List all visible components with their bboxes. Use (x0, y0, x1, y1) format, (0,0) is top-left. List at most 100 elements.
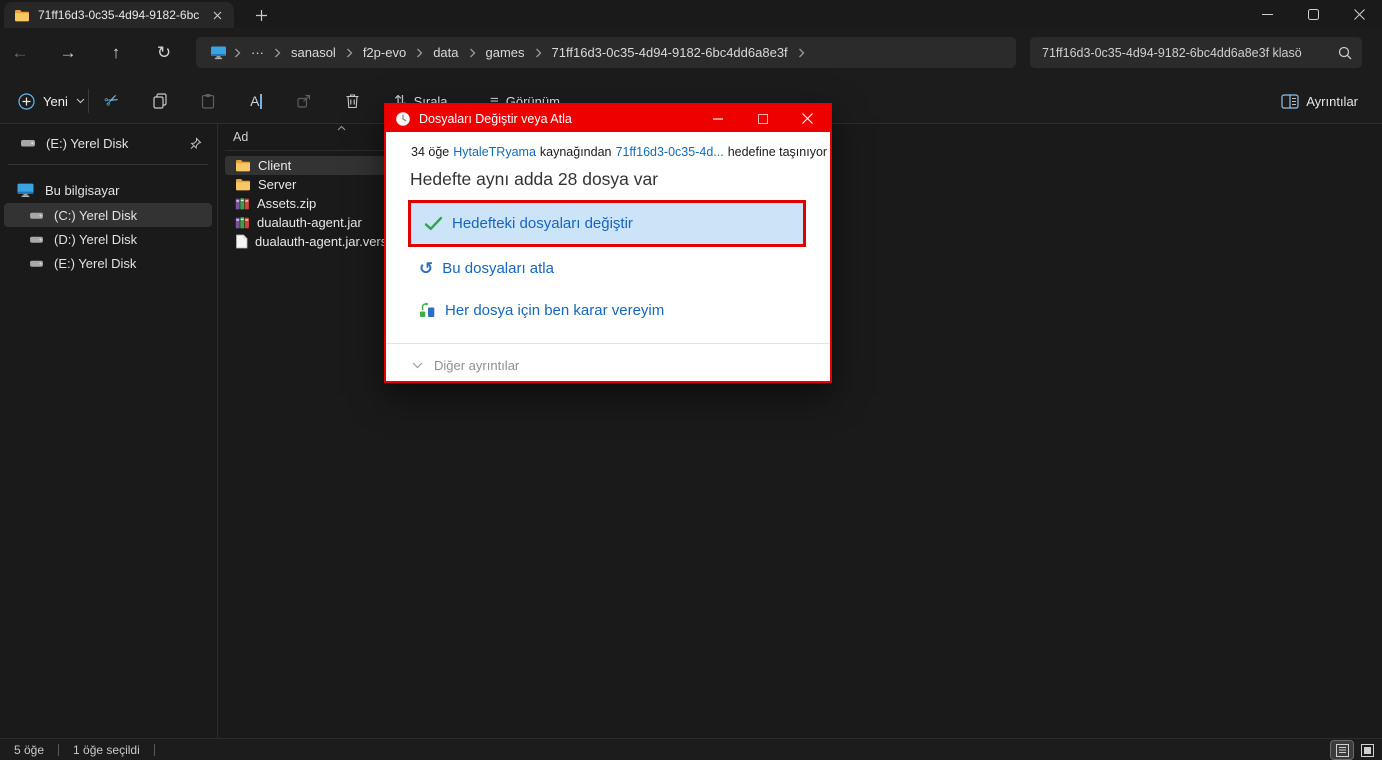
sidebar-item-label: (E:) Yerel Disk (46, 136, 128, 151)
window-minimize-button[interactable] (1244, 0, 1290, 28)
dialog-maximize-button[interactable] (740, 105, 785, 132)
up-button[interactable]: ↑ (102, 39, 130, 67)
file-name: Server (258, 177, 296, 192)
folder-icon (235, 159, 251, 172)
trash-icon (345, 93, 360, 109)
chevron-right-icon (271, 48, 284, 58)
icons-view-toggle[interactable] (1356, 741, 1378, 759)
forward-button[interactable]: → (54, 39, 82, 67)
sidebar-pinned-drive-e[interactable]: (E:) Yerel Disk (4, 131, 212, 155)
navigation-bar: ← → ↑ ↻ ··· sanasol f2p-evo data games 7… (0, 28, 1382, 78)
move-count: 34 öğe (411, 145, 449, 159)
file-name: Assets.zip (257, 196, 316, 211)
plus-circle-icon (18, 93, 35, 110)
breadcrumb-item-current[interactable]: 71ff16d3-0c35-4d94-9182-6bc4dd6a8e3f (545, 42, 795, 63)
breadcrumb-item[interactable]: data (426, 42, 465, 63)
status-bar: 5 öğe 1 öğe seçildi (0, 738, 1382, 760)
sidebar-item-drive-e[interactable]: (E:) Yerel Disk (4, 251, 212, 275)
dialog-title-bar: Dosyaları Değiştir veya Atla (386, 105, 830, 132)
delete-button[interactable] (334, 85, 370, 117)
destination-folder-link[interactable]: 71ff16d3-0c35-4d... (616, 145, 724, 159)
compare-icon (419, 302, 436, 319)
sidebar-item-this-pc[interactable]: Bu bilgisayar (4, 178, 212, 202)
copy-button[interactable] (142, 85, 178, 117)
chevron-right-icon (413, 48, 426, 58)
chevron-down-icon (76, 98, 85, 104)
sidebar-item-drive-d[interactable]: (D:) Yerel Disk (4, 227, 212, 251)
chevron-right-icon (231, 48, 244, 58)
file-explorer-window: 71ff16d3-0c35-4d94-9182-6bc ← → ↑ ↻ (0, 0, 1382, 760)
new-button[interactable]: Yeni (8, 85, 95, 117)
option-decide-each[interactable]: Her dosya için ben karar vereyim (419, 297, 664, 323)
sidebar: (E:) Yerel Disk Bu bilgisayar (0, 124, 217, 738)
details-pane-button[interactable]: Ayrıntılar (1273, 85, 1366, 117)
rename-icon: A (250, 93, 262, 109)
search-input[interactable]: 71ff16d3-0c35-4d94-9182-6bc4dd6a8e3f kla… (1042, 46, 1338, 60)
archive-icon (235, 215, 250, 230)
sidebar-item-drive-c[interactable]: (C:) Yerel Disk (4, 203, 212, 227)
search-box[interactable]: 71ff16d3-0c35-4d94-9182-6bc4dd6a8e3f kla… (1030, 37, 1362, 68)
window-controls (1244, 0, 1382, 28)
rename-button[interactable]: A (238, 85, 274, 117)
file-name: Client (258, 158, 291, 173)
option-replace-files[interactable]: Hedefteki dosyaları değiştir (408, 200, 806, 247)
toolbar-divider (88, 89, 89, 113)
explorer-tab[interactable]: 71ff16d3-0c35-4d94-9182-6bc (4, 2, 234, 28)
breadcrumb-item[interactable]: sanasol (284, 42, 343, 63)
option-label: Hedefteki dosyaları değiştir (452, 215, 633, 232)
dialog-divider (386, 343, 830, 344)
details-pane-label: Ayrıntılar (1306, 94, 1358, 109)
back-button[interactable]: ← (6, 39, 34, 67)
new-tab-button[interactable] (248, 4, 274, 26)
skip-icon: ↺ (419, 260, 433, 277)
document-icon (235, 234, 248, 249)
dialog-window-controls (695, 105, 830, 132)
this-pc-icon (210, 45, 227, 60)
column-header-name[interactable]: Ad (233, 130, 248, 144)
archive-icon (235, 196, 250, 211)
new-button-label: Yeni (43, 94, 68, 109)
chevron-right-icon (466, 48, 479, 58)
view-toggles (1331, 741, 1378, 759)
search-icon (1338, 46, 1352, 60)
sidebar-item-label: (E:) Yerel Disk (54, 256, 136, 271)
selected-count: 1 öğe seçildi (59, 743, 154, 757)
share-icon (296, 93, 312, 109)
tab-title: 71ff16d3-0c35-4d94-9182-6bc (38, 8, 200, 22)
sidebar-divider (8, 164, 208, 165)
address-bar[interactable]: ··· sanasol f2p-evo data games 71ff16d3-… (196, 37, 1016, 68)
cut-button[interactable]: ✂ (94, 85, 130, 117)
paste-icon (200, 93, 216, 109)
drive-icon (29, 258, 44, 269)
sidebar-item-label: (D:) Yerel Disk (54, 232, 137, 247)
dialog-message: 34 öğe HytaleTRyama kaynağından 71ff16d3… (411, 145, 827, 159)
folder-icon (14, 9, 30, 22)
window-maximize-button[interactable] (1290, 0, 1336, 28)
items-count: 5 öğe (0, 743, 58, 757)
drive-icon (20, 137, 36, 149)
tab-close-icon[interactable] (208, 6, 226, 24)
more-details-toggle[interactable]: Diğer ayrıntılar (412, 353, 519, 377)
copy-icon (152, 93, 168, 109)
up-icon: ↑ (112, 43, 121, 63)
dialog-minimize-button[interactable] (695, 105, 740, 132)
window-close-button[interactable] (1336, 0, 1382, 28)
paste-button[interactable] (190, 85, 226, 117)
share-button[interactable] (286, 85, 322, 117)
details-view-toggle[interactable] (1331, 741, 1353, 759)
breadcrumb-item[interactable]: f2p-evo (356, 42, 413, 63)
sort-ascending-icon (337, 125, 346, 131)
option-skip-files[interactable]: ↺ Bu dosyaları atla (419, 255, 554, 281)
folder-icon (235, 178, 251, 191)
breadcrumb-item[interactable]: games (479, 42, 532, 63)
sidebar-item-label: Bu bilgisayar (45, 183, 119, 198)
chevron-right-icon (343, 48, 356, 58)
chevron-right-icon (532, 48, 545, 58)
dialog-close-button[interactable] (785, 105, 830, 132)
breadcrumb-ellipsis[interactable]: ··· (244, 42, 271, 63)
source-folder-link[interactable]: HytaleTRyama (453, 145, 536, 159)
refresh-button[interactable]: ↻ (150, 39, 178, 67)
drive-icon (29, 234, 44, 245)
file-name: dualauth-agent.jar (257, 215, 362, 230)
sidebar-item-label: (C:) Yerel Disk (54, 208, 137, 223)
